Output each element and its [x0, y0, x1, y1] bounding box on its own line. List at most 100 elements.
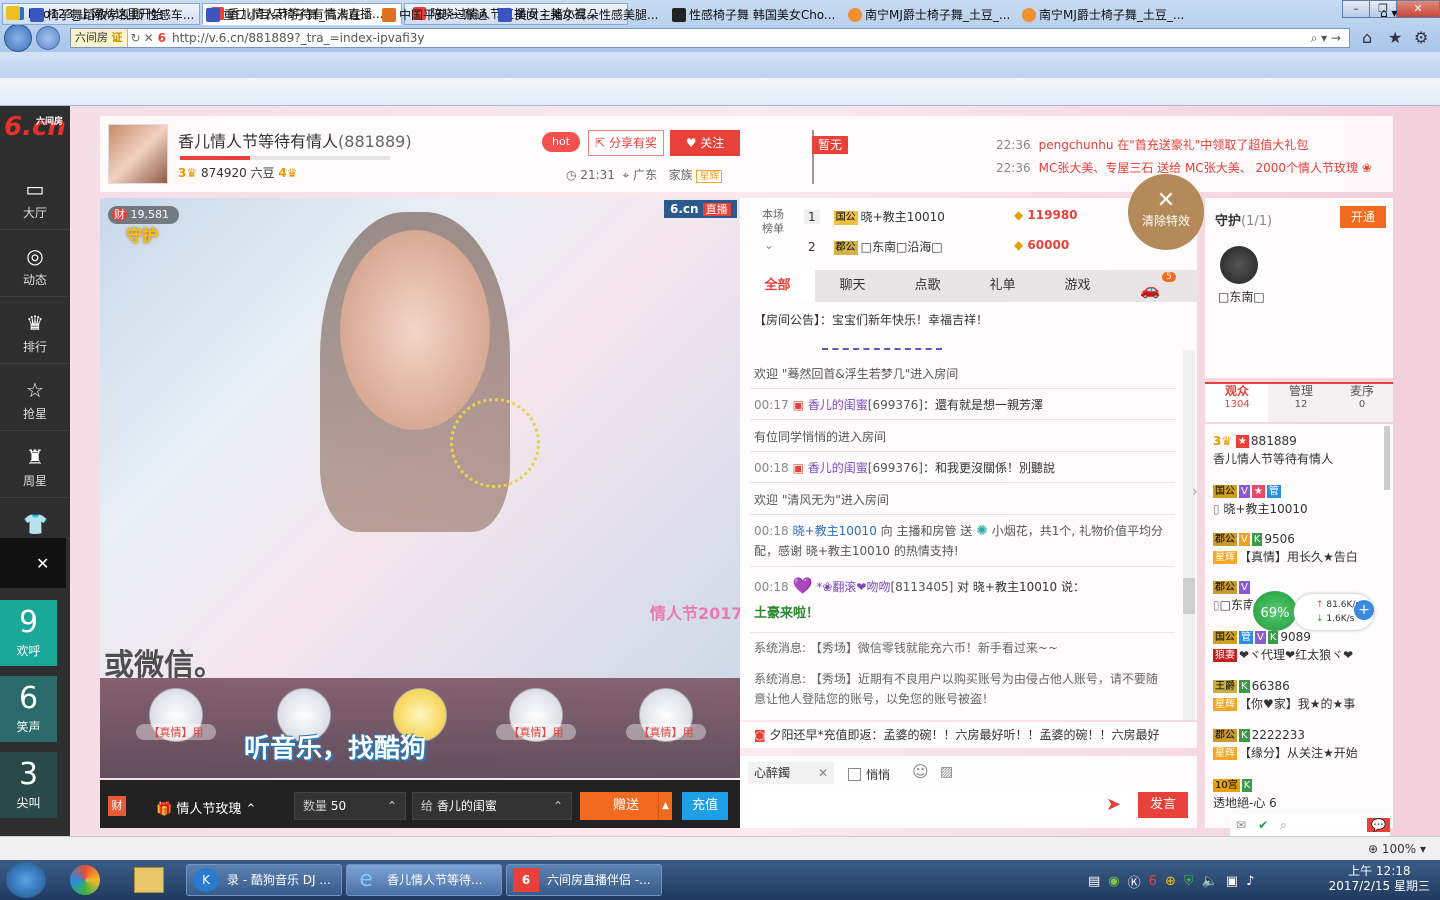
check-icon[interactable]: ✔ — [1258, 818, 1268, 832]
chat-bubble-icon[interactable]: 💬 — [1367, 818, 1390, 832]
fav-link-4[interactable]: 美女主播小耳朵性感美腿... — [498, 6, 658, 23]
mood-scream[interactable]: 3 尖叫 — [0, 752, 57, 818]
guard-member-avatar[interactable] — [1220, 246, 1258, 284]
guard-member-name[interactable]: □东南□ — [1218, 288, 1265, 305]
sidebar-item-grab-star[interactable]: ☆ 抢星 — [0, 365, 70, 431]
gift-item-1[interactable]: 【真情】用 — [136, 688, 216, 758]
tab-audience[interactable]: 观众 1304 — [1206, 384, 1268, 422]
sidebar-item-rank[interactable]: ♛ 排行 — [0, 298, 70, 364]
sidebar-item-week-star[interactable]: ♜ 周星 — [0, 432, 70, 498]
network-icon[interactable]: ▣ — [1226, 874, 1238, 889]
favorites-star-icon[interactable] — [6, 6, 23, 20]
home-icon[interactable]: ⌂ — [1362, 28, 1372, 47]
fav-link-7[interactable]: 南宁MJ爵士椅子舞_土豆_... — [1022, 6, 1184, 23]
search-icon[interactable]: ⌕ — [1280, 818, 1287, 833]
notice-2[interactable]: 22:36 MC张大美、专屋三石 送给 MC张大美、 2000个情人节玫瑰 ❀ — [996, 159, 1372, 176]
follow-button[interactable]: ♥ 关注 — [670, 130, 740, 156]
sidebar-item-vest[interactable]: 👕马甲 — [0, 499, 70, 555]
taskbar-item-ie[interactable]: e 香儿情人节等待... — [346, 864, 502, 896]
wealth-icon[interactable]: 财 — [108, 796, 126, 816]
taskbar-item-6cn[interactable]: 6 六间房直播伴侣 -... — [506, 864, 662, 896]
taskbar-pinned-explorer[interactable] — [124, 864, 174, 896]
address-bar[interactable]: 六间房 证 ↻ ✕ 6 http://v.6.cn/881889?_tra_=i… — [70, 28, 1350, 48]
list-item[interactable]: 10宫 K 透地絕-心 6 — [1213, 776, 1383, 812]
tab-chat[interactable]: 聊天 — [815, 270, 890, 302]
kugou-tray-icon[interactable]: Ⓚ — [1128, 872, 1141, 891]
tab-games[interactable]: 游戏 — [1040, 270, 1115, 302]
list-item[interactable]: 郡公 K 2222233 星辉 【缘分】从关注★开始 — [1213, 726, 1383, 762]
tab-managers[interactable]: 管理 12 — [1270, 384, 1332, 412]
chat-scrollbar[interactable] — [1183, 350, 1195, 720]
fav-link-6[interactable]: 南宁MJ爵士椅子舞_土豆_... — [848, 6, 1010, 23]
close-icon[interactable]: ✕ — [36, 554, 49, 573]
list-item[interactable]: 王爵 K 66386 星辉 【你♥家】我★的★事 — [1213, 677, 1383, 713]
gift-item-5[interactable]: 【真情】用 — [626, 688, 706, 758]
audience-scrollbar[interactable] — [1384, 426, 1390, 490]
fav-link-3[interactable]: 中国平安-一账通 — [382, 6, 487, 23]
emoji-icon[interactable]: ☺ — [912, 762, 929, 781]
zoom-level[interactable]: ⊕ 100% ▾ — [1368, 842, 1426, 856]
taskbar-pinned-browser[interactable] — [60, 864, 110, 896]
forward-button[interactable] — [36, 26, 60, 50]
mail-icon[interactable]: ✉ — [1236, 818, 1246, 832]
fav-link-5[interactable]: 性感椅子舞 韩国美女Cho... — [672, 6, 835, 23]
send-gift-button[interactable]: 赠送 ▲ — [580, 792, 672, 820]
open-guard-button[interactable]: 开通 — [1340, 206, 1386, 228]
favorite-star-icon[interactable]: ★ — [1388, 28, 1402, 47]
volume-icon[interactable]: ♪ — [1246, 874, 1254, 889]
list-item[interactable]: 3♛ ★ 881889 香儿情人节等待有情人 — [1213, 432, 1383, 468]
home-dropdown-icon[interactable]: ⌂ ▾ — [1380, 6, 1397, 20]
list-item[interactable]: 郡公 V K 9506 星辉 【真情】用长久★告白 — [1213, 530, 1383, 566]
close-icon[interactable]: ✕ — [818, 762, 834, 784]
tab-song[interactable]: 点歌 — [890, 270, 965, 302]
ranking-label[interactable]: 本场榜单 — [758, 208, 788, 236]
taskbar-item-kugou[interactable]: K录 - 酷狗音乐 DJ ... — [186, 864, 342, 896]
sidebar-item-hall[interactable]: ▭ 大厅 — [0, 164, 70, 230]
sidebar-item-feed[interactable]: ◎ 动态 — [0, 231, 70, 297]
broadcast-ticker[interactable]: ◙ 夕阳还早*充值即返：孟婆的碗！！六房最好听！！孟婆的碗！！六房最好 — [740, 722, 1197, 748]
car-icon[interactable]: 🚗 — [1140, 280, 1160, 299]
mood-cheer[interactable]: 9 欢呼 — [0, 600, 57, 666]
image-icon[interactable]: ▨ — [940, 764, 953, 780]
send-message-button[interactable]: 发言 — [1138, 792, 1188, 818]
gift-selector[interactable]: 🎁 情人节玫瑰 ⌃ — [156, 798, 256, 817]
recharge-button[interactable]: 充值 — [682, 792, 728, 820]
tab-all[interactable]: 全部 — [740, 270, 815, 302]
start-button[interactable] — [6, 862, 46, 898]
close-icon[interactable]: ✕ — [1396, 0, 1440, 18]
settings-gear-icon[interactable]: ⚙ — [1414, 28, 1428, 47]
chevron-right-icon[interactable]: › — [1192, 484, 1198, 500]
shield-icon[interactable]: ⛨ — [1184, 874, 1194, 889]
back-button[interactable] — [4, 24, 32, 52]
search-icon[interactable]: ⌕ ▾ → — [1311, 31, 1349, 46]
minimize-icon[interactable]: – — [1342, 0, 1370, 18]
nvidia-icon[interactable]: ◉ — [1108, 874, 1119, 889]
mood-laugh[interactable]: 6 笑声 — [0, 676, 57, 742]
fav-link-1[interactable]: 椅子舞蹈教学视频 性感车... — [30, 6, 194, 23]
whisper-checkbox[interactable] — [848, 768, 861, 781]
stop-icon[interactable]: ✕ — [144, 31, 154, 45]
chat-target-chip[interactable]: 心醉鐲 ✕ — [748, 762, 834, 784]
site-logo[interactable]: 6.cn 六间房 — [4, 112, 66, 142]
list-item[interactable]: 国公管 V K 9089 狼妻 ❤ヾ代理❤红太狼ヾ❤ — [1213, 628, 1383, 664]
chat-input[interactable] — [748, 790, 1132, 820]
list-item[interactable]: 国公 V ★ 管 ▯ 晓+教主10010 — [1213, 482, 1383, 518]
send-paper-plane-icon[interactable]: ➤ — [1106, 794, 1121, 815]
notice-1[interactable]: 22:36 pengchunhu 在"首充送豪礼"中领取了超值大礼包 — [996, 136, 1308, 153]
keyboard-icon[interactable]: ▤ — [1088, 874, 1100, 889]
share-button[interactable]: ⇱ 分享有奖 — [588, 130, 664, 156]
tab-gifts[interactable]: 礼单 — [965, 270, 1040, 302]
six-tray-icon[interactable]: 6 — [1149, 874, 1157, 889]
quantity-selector[interactable]: 数量 50 ⌃ — [294, 792, 406, 820]
chat-scroll-thumb[interactable] — [1183, 578, 1195, 614]
clear-effects-button[interactable]: ✕ 清除特效 — [1128, 174, 1204, 250]
speaker-icon[interactable]: 🔈 — [1202, 874, 1218, 889]
rank-row-2[interactable]: 2 郡公 □东南□沿海□ — [804, 238, 943, 258]
chevron-down-icon[interactable]: ⌄ — [764, 238, 774, 252]
tab-mic-queue[interactable]: 麦序 0 — [1331, 384, 1393, 412]
fav-link-2[interactable]: 重口小耳朵椅子舞_高清在... — [206, 6, 372, 23]
plus-tray-icon[interactable]: ⊕ — [1165, 874, 1176, 889]
taskbar-clock[interactable]: 上午 12:18 2017/2/15 星期三 — [1329, 864, 1430, 894]
plus-icon[interactable]: + — [1354, 600, 1374, 620]
gift-item-4[interactable]: 【真情】用 — [496, 688, 576, 758]
